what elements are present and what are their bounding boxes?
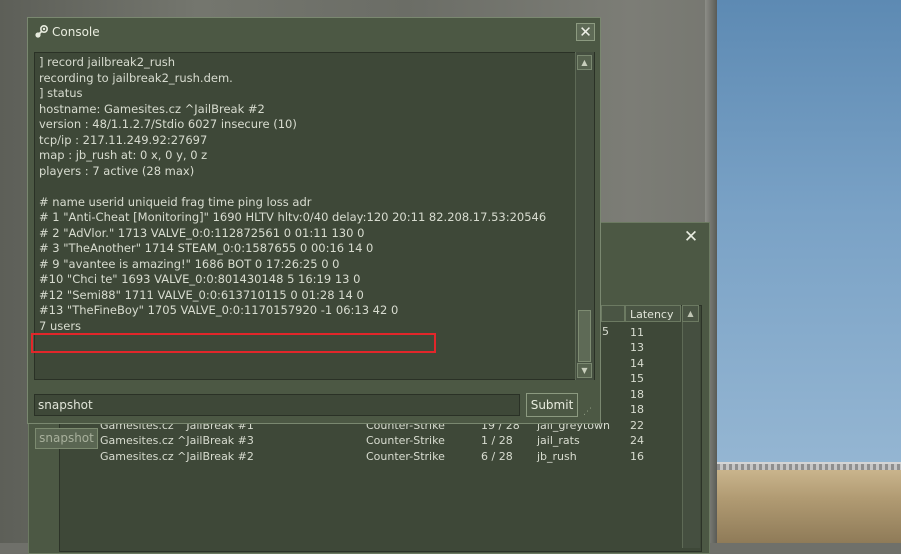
latency-cell: 18 — [630, 403, 644, 416]
console-line: ] record jailbreak2_rush — [39, 55, 176, 69]
console-line: #10 "Chci te" 1693 VALVE_0:0:801430148 5… — [39, 272, 361, 286]
game-world-sky — [705, 0, 901, 480]
console-line: # 1 "Anti-Cheat [Monitoring]" 1690 HLTV … — [39, 210, 547, 224]
server-name: Gamesites.cz ^JailBreak #3 — [100, 434, 254, 447]
console-line: # name userid uniqueid frag time ping lo… — [39, 194, 312, 209]
console-line: # 9 "avantee is amazing!" 1686 BOT 0 17:… — [39, 256, 340, 271]
console-scroll-thumb[interactable] — [578, 310, 591, 362]
server-game: Counter-Strike — [366, 434, 445, 447]
column-header-latency[interactable]: Latency — [625, 305, 681, 322]
server-players: 6 / 28 — [481, 450, 513, 463]
server-list-scroll-up-icon[interactable]: ▲ — [682, 305, 699, 322]
submit-button[interactable]: Submit — [526, 393, 578, 417]
server-latency: 24 — [630, 434, 644, 447]
latency-cell: 13 — [630, 341, 644, 354]
console-line-highlighted: #13 "TheFineBoy" 1705 VALVE_0:0:11701579… — [39, 303, 399, 317]
server-game: Counter-Strike — [366, 450, 445, 463]
server-latency: 22 — [630, 419, 644, 432]
console-output[interactable]: ] record jailbreak2_rush recording to ja… — [34, 52, 595, 380]
console-line: hostname: Gamesites.cz ^JailBreak #2 — [39, 101, 265, 116]
resize-grip-icon[interactable]: ⋰ — [583, 406, 595, 418]
console-line: map : jb_rush at: 0 x, 0 y, 0 z — [39, 148, 208, 162]
server-browser-close-icon[interactable]: ✕ — [682, 228, 700, 246]
console-line: recording to jailbreak2_rush.dem. — [39, 70, 233, 85]
console-line: version : 48/1.1.2.7/Stdio 6027 insecure… — [39, 117, 297, 131]
console-line: # 2 "AdVlor." 1713 VALVE_0:0:112872561 0… — [39, 225, 365, 240]
latency-cell: 14 — [630, 357, 644, 370]
close-icon[interactable]: ✕ — [576, 23, 595, 41]
server-players: 1 / 28 — [481, 434, 513, 447]
column-header-prev[interactable] — [601, 305, 625, 322]
console-lines: ] record jailbreak2_rush recording to ja… — [39, 55, 574, 334]
scroll-down-icon[interactable]: ▼ — [577, 363, 592, 378]
steam-icon-glyph — [35, 24, 49, 38]
server-list-scrollbar[interactable] — [682, 322, 700, 548]
server-latency: 16 — [630, 450, 644, 463]
scroll-up-icon[interactable]: ▲ — [577, 55, 592, 70]
console-command-input[interactable]: snapshot — [34, 394, 520, 416]
console-line: players : 7 active (28 max) — [39, 163, 195, 178]
console-line: # 3 "TheAnother" 1714 STEAM_0:0:1587655 … — [39, 241, 374, 255]
console-line: tcp/ip : 217.11.249.92:27697 — [39, 132, 208, 147]
game-world-ground — [705, 470, 901, 543]
latency-cell: 18 — [630, 388, 644, 401]
server-row[interactable]: Gamesites.cz ^JailBreak #3 Counter-Strik… — [100, 433, 680, 448]
server-map: jb_rush — [537, 450, 577, 463]
console-line: ] status — [39, 86, 83, 100]
server-row[interactable]: Gamesites.cz ^JailBreak #2 Counter-Strik… — [100, 449, 680, 464]
server-map: jail_rats — [537, 434, 580, 447]
latency-cell: 11 — [630, 326, 644, 339]
highlight-annotation-box — [31, 333, 436, 353]
console-line: #12 "Semi88" 1711 VALVE_0:0:613710115 0 … — [39, 287, 364, 302]
server-name: Gamesites.cz ^JailBreak #2 — [100, 450, 254, 463]
console-line: 7 users — [39, 318, 82, 333]
latency-cell: 15 — [630, 372, 644, 385]
snapshot-button[interactable]: snapshot — [35, 428, 98, 449]
steam-icon — [33, 24, 49, 40]
partial-column-cell: 5 — [602, 325, 609, 338]
console-title: Console — [52, 25, 100, 39]
